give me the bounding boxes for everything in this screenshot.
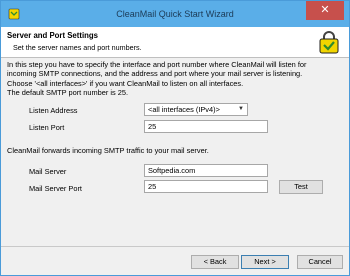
mail-server-label: Mail Server bbox=[29, 167, 67, 176]
back-button[interactable]: < Back bbox=[191, 255, 239, 269]
listen-address-value: <all interfaces (IPv4)> bbox=[148, 105, 220, 114]
wizard-body: In this step you have to specify the int… bbox=[1, 58, 349, 246]
wizard-window: CleanMail Quick Start Wizard ✕ Server an… bbox=[0, 0, 350, 276]
lock-icon bbox=[319, 31, 339, 54]
header-subtitle: Set the server names and port numbers. bbox=[13, 43, 142, 52]
header-title: Server and Port Settings bbox=[7, 31, 98, 40]
title-bar[interactable]: CleanMail Quick Start Wizard ✕ bbox=[1, 1, 349, 27]
next-button[interactable]: Next > bbox=[241, 255, 289, 269]
wizard-header: Server and Port Settings Set the server … bbox=[1, 27, 349, 58]
intro-line-3: Choose '<all interfaces>' if you want Cl… bbox=[7, 78, 244, 88]
mail-server-input[interactable]: Softpedia.com bbox=[144, 164, 268, 177]
intro-line-1: In this step you have to specify the int… bbox=[7, 60, 307, 69]
intro-text: In this step you have to specify the int… bbox=[7, 60, 343, 97]
mail-server-port-label: Mail Server Port bbox=[29, 184, 82, 193]
forward-note: CleanMail forwards incoming SMTP traffic… bbox=[7, 146, 209, 155]
footer-separator bbox=[1, 246, 349, 247]
intro-line-4: The default SMTP port number is 25. bbox=[7, 87, 129, 97]
listen-port-input[interactable]: 25 bbox=[144, 120, 268, 133]
listen-port-label: Listen Port bbox=[29, 123, 65, 132]
intro-line-2: incoming SMTP connections, and the addre… bbox=[7, 69, 303, 79]
window-title: CleanMail Quick Start Wizard bbox=[116, 9, 234, 19]
listen-address-label: Listen Address bbox=[29, 106, 78, 115]
cancel-button[interactable]: Cancel bbox=[297, 255, 343, 269]
close-button[interactable]: ✕ bbox=[306, 1, 344, 20]
chevron-down-icon: ▼ bbox=[238, 106, 244, 112]
test-button[interactable]: Test bbox=[279, 180, 323, 194]
mail-server-port-input[interactable]: 25 bbox=[144, 180, 268, 193]
listen-address-select[interactable]: <all interfaces (IPv4)> ▼ bbox=[144, 103, 248, 116]
